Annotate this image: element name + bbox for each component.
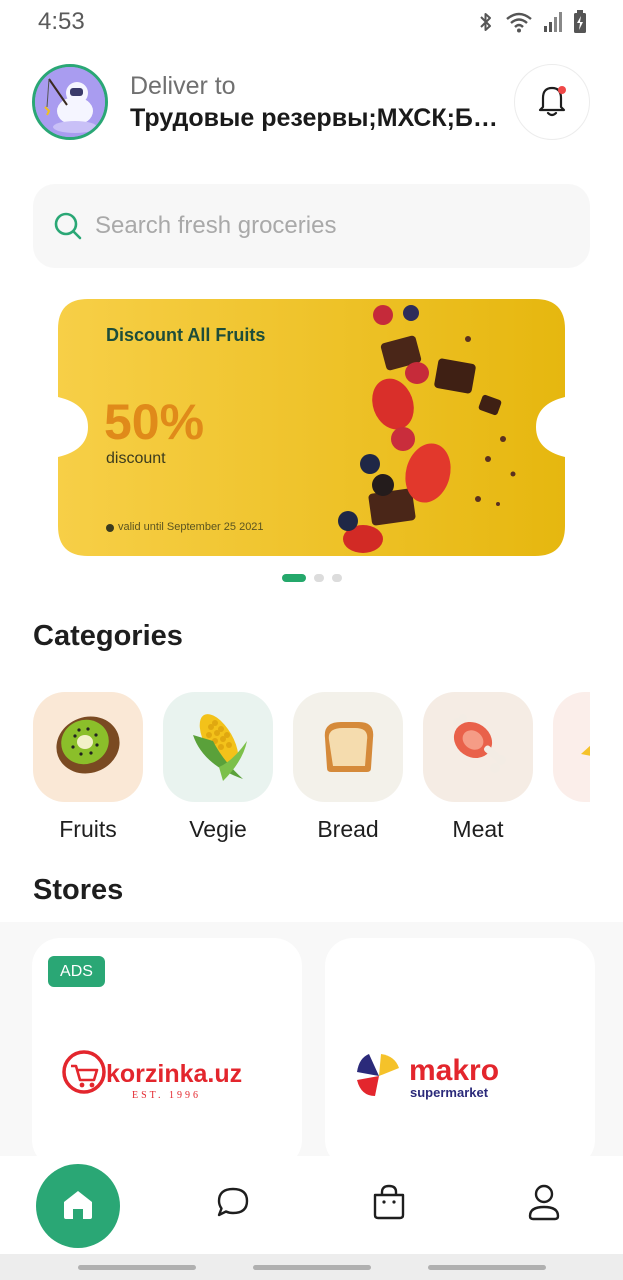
banner-title: Discount All Fruits — [106, 325, 266, 345]
categories-list: Fruits Vegie Bread Meat C — [33, 692, 590, 852]
gesture-handle[interactable] — [253, 1265, 371, 1270]
category-label: Fruits — [59, 816, 117, 842]
carousel-indicator — [0, 574, 623, 582]
bluetooth-icon — [477, 10, 495, 34]
bag-icon — [371, 1183, 407, 1226]
banner-percent: 50% — [104, 394, 205, 450]
deliver-to-label: Deliver to — [130, 72, 236, 100]
bottom-nav — [0, 1156, 623, 1254]
profile-icon — [527, 1183, 561, 1226]
categories-title: Categories — [33, 620, 183, 652]
stores-title: Stores — [33, 874, 124, 906]
ads-badge: ADS — [48, 956, 105, 987]
korzinka-logo-text: korzinka.uz — [106, 1060, 242, 1088]
nav-bag[interactable] — [371, 1184, 407, 1222]
signal-icon — [543, 11, 563, 33]
store-card-korzinka[interactable]: ADS korzinka.uz EST. 1996 — [32, 938, 302, 1168]
nav-chat[interactable] — [215, 1186, 251, 1222]
makro-logo-subtext: supermarket — [410, 1085, 489, 1100]
status-time: 4:53 — [38, 8, 85, 35]
gesture-handle[interactable] — [78, 1265, 196, 1270]
nav-profile[interactable] — [526, 1184, 562, 1222]
nav-home[interactable] — [36, 1164, 120, 1248]
category-label: Bread — [317, 816, 379, 842]
category-cheese[interactable]: C — [553, 692, 590, 843]
category-vegie[interactable]: Vegie — [163, 692, 273, 843]
system-navigation-bar — [0, 1254, 623, 1280]
home-icon — [60, 1187, 96, 1226]
carousel-dot[interactable] — [313, 574, 324, 582]
store-card-makro[interactable]: makro supermarket — [325, 938, 595, 1168]
category-label: C — [553, 816, 590, 843]
info-icon — [106, 524, 114, 532]
category-fruits[interactable]: Fruits — [33, 692, 143, 843]
korzinka-logo: korzinka.uz EST. 1996 — [32, 1050, 302, 1102]
search-input[interactable] — [95, 212, 535, 240]
makro-logo-text: makro — [409, 1054, 499, 1087]
category-label: Vegie — [189, 816, 247, 842]
battery-icon — [573, 10, 587, 34]
carousel-dot[interactable] — [331, 574, 342, 582]
carousel-dot-active[interactable] — [281, 574, 306, 582]
category-label: Meat — [452, 816, 504, 842]
cheese-icon — [573, 710, 590, 785]
header: Deliver to Трудовые резервы;МХСК;Б… — [32, 64, 590, 140]
corn-icon — [183, 705, 253, 790]
status-icons — [477, 10, 587, 34]
wifi-icon — [505, 11, 533, 33]
banner-valid-until: valid until September 25 2021 — [118, 521, 264, 533]
meat-icon — [443, 710, 513, 785]
kiwi-icon — [53, 710, 123, 785]
category-bread[interactable]: Bread — [293, 692, 403, 843]
makro-logo: makro supermarket — [325, 1050, 595, 1102]
notifications-button[interactable] — [514, 64, 590, 140]
delivery-address[interactable]: Трудовые резервы;МХСК;Б… — [130, 104, 505, 133]
category-tile — [293, 692, 403, 802]
category-tile — [33, 692, 143, 802]
gesture-handle[interactable] — [428, 1265, 546, 1270]
category-tile — [423, 692, 533, 802]
category-tile — [553, 692, 590, 802]
banner-discount-label: discount — [106, 450, 166, 467]
chat-icon — [216, 1186, 250, 1223]
korzinka-logo-subtext: EST. 1996 — [132, 1090, 201, 1101]
status-bar: 4:53 — [0, 0, 623, 44]
notification-dot — [558, 86, 566, 94]
avatar[interactable] — [32, 64, 108, 140]
category-meat[interactable]: Meat — [423, 692, 533, 843]
category-tile — [163, 692, 273, 802]
promo-banner[interactable]: Discount All Fruits 50% discount valid u… — [58, 299, 565, 556]
search-icon — [53, 211, 83, 241]
bread-icon — [315, 712, 381, 783]
search-bar[interactable] — [33, 184, 590, 268]
